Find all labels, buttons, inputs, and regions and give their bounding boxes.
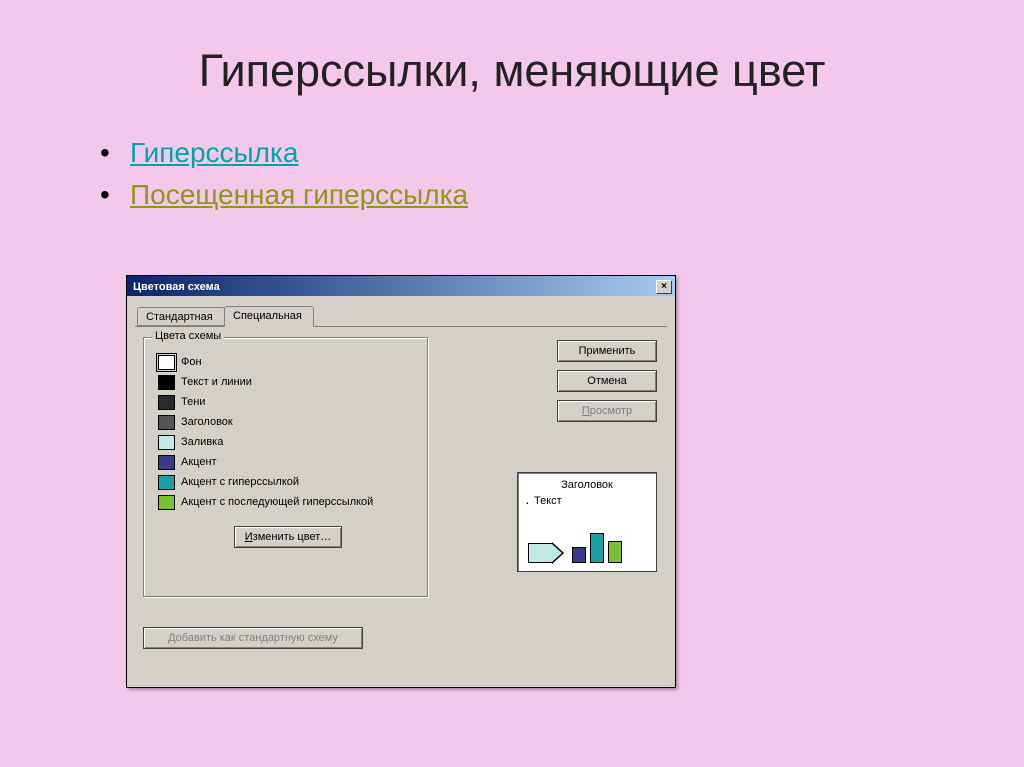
dialog-body: Цвета схемы Фон Текст и линии Тени <box>135 327 667 677</box>
preview-title: Заголовок <box>518 479 656 491</box>
color-row-fill[interactable]: Заливка <box>158 432 373 452</box>
color-label: Заливка <box>181 436 223 448</box>
color-row-background[interactable]: Фон <box>158 352 373 372</box>
bar-icon <box>572 547 586 563</box>
tab-bar: Стандартная Специальная <box>135 304 667 327</box>
swatch-icon <box>158 475 175 490</box>
slide: Гиперссылки, меняющие цвет Гиперссылка П… <box>0 0 1024 767</box>
color-row-accent-followed[interactable]: Акцент с последующей гиперссылкой <box>158 492 373 512</box>
visited-hyperlink-link[interactable]: Посещенная гиперссылка <box>130 179 468 210</box>
color-row-title[interactable]: Заголовок <box>158 412 373 432</box>
color-label: Текст и линии <box>181 376 252 388</box>
color-row-accent[interactable]: Акцент <box>158 452 373 472</box>
apply-button[interactable]: Применить <box>557 340 657 362</box>
swatch-icon <box>158 375 175 390</box>
color-label: Тени <box>181 396 205 408</box>
swatch-icon <box>158 395 175 410</box>
color-label: Акцент <box>181 456 217 468</box>
swatch-icon <box>158 495 175 510</box>
change-color-button[interactable]: Изменить цвет… <box>234 526 343 548</box>
dialog-titlebar[interactable]: Цветовая схема × <box>127 276 675 296</box>
swatch-icon <box>158 415 175 430</box>
hyperlink-link[interactable]: Гиперссылка <box>130 137 298 168</box>
close-button[interactable]: × <box>656 280 672 294</box>
cancel-button[interactable]: Отмена <box>557 370 657 392</box>
preview-shapes <box>528 533 622 563</box>
swatch-icon <box>158 455 175 470</box>
scheme-colors-group: Цвета схемы Фон Текст и линии Тени <box>143 337 428 597</box>
bullet-hyperlink: Гиперссылка <box>100 137 964 169</box>
dialog-side-buttons: Применить Отмена Просмотр <box>557 340 657 422</box>
arrow-icon <box>528 543 562 563</box>
add-standard-scheme-button[interactable]: Добавить как стандартную схему <box>143 627 363 649</box>
slide-title: Гиперссылки, меняющие цвет <box>60 45 964 97</box>
color-row-accent-hyperlink[interactable]: Акцент с гиперссылкой <box>158 472 373 492</box>
tab-custom[interactable]: Специальная <box>224 306 314 327</box>
bullet-visited: Посещенная гиперссылка <box>100 179 964 211</box>
color-row-text[interactable]: Текст и линии <box>158 372 373 392</box>
color-row-shadows[interactable]: Тени <box>158 392 373 412</box>
dialog-title: Цветовая схема <box>133 281 220 293</box>
tab-standard[interactable]: Стандартная <box>137 307 225 326</box>
swatch-icon <box>158 435 175 450</box>
preview-text: Текст <box>534 495 656 507</box>
color-label: Акцент с последующей гиперссылкой <box>181 496 373 508</box>
bullet-list: Гиперссылка Посещенная гиперссылка <box>100 137 964 211</box>
groupbox-label: Цвета схемы <box>152 330 224 342</box>
color-label: Фон <box>181 356 202 368</box>
bar-icon <box>590 533 604 563</box>
swatch-icon <box>158 355 175 370</box>
color-scheme-dialog: Цветовая схема × Стандартная Специальная… <box>126 275 676 688</box>
color-list: Фон Текст и линии Тени Заголовок <box>158 352 373 512</box>
preview-button[interactable]: Просмотр <box>557 400 657 422</box>
color-label: Акцент с гиперссылкой <box>181 476 299 488</box>
bar-icon <box>608 541 622 563</box>
preview-box: Заголовок Текст <box>517 472 657 572</box>
color-label: Заголовок <box>181 416 233 428</box>
